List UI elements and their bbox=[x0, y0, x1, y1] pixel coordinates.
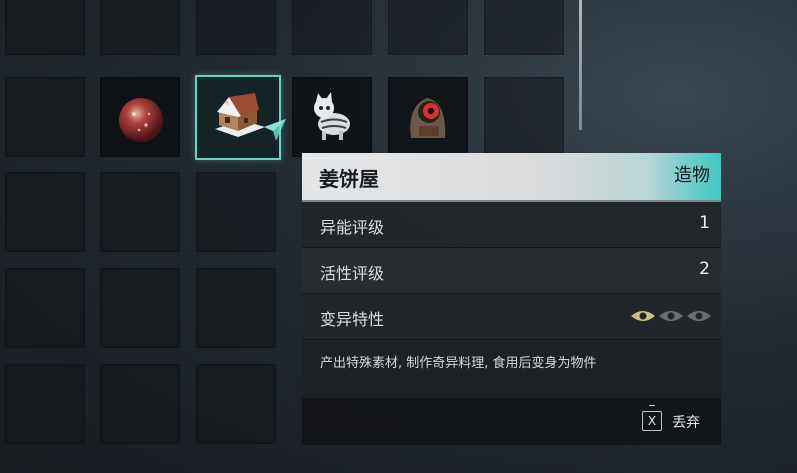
stat-label: 活性评级 bbox=[320, 264, 385, 283]
inventory-slot[interactable] bbox=[484, 0, 564, 55]
stat-row-ability: 异能评级 1 bbox=[302, 202, 721, 248]
eye-icon-inactive bbox=[687, 311, 711, 321]
stat-value: 1 bbox=[699, 213, 710, 233]
item-detail-panel: 姜饼屋 造物 异能评级 1 活性评级 2 变异特性 产出特殊素材, 制作奇异料理… bbox=[302, 153, 721, 445]
inventory-slot-red-orb[interactable] bbox=[100, 77, 180, 157]
inventory-slot[interactable] bbox=[100, 172, 180, 252]
inventory-slot[interactable] bbox=[100, 364, 180, 444]
inventory-slot[interactable] bbox=[196, 172, 276, 252]
discard-button[interactable]: 丢弃 bbox=[672, 412, 700, 432]
inventory-slot[interactable] bbox=[484, 77, 564, 157]
eye-icon-inactive bbox=[659, 311, 683, 321]
mutation-level-indicator bbox=[630, 309, 712, 323]
inventory-slot[interactable] bbox=[5, 172, 85, 252]
inventory-slot-robot-cat[interactable] bbox=[292, 77, 372, 157]
stat-value: 2 bbox=[699, 259, 710, 279]
stat-row-mutation: 变异特性 bbox=[302, 294, 721, 340]
item-name: 姜饼屋 bbox=[319, 167, 379, 191]
key-hint-mark bbox=[649, 405, 655, 409]
robot-cat-icon bbox=[314, 92, 350, 140]
inventory-slot[interactable] bbox=[100, 268, 180, 348]
inventory-slot[interactable] bbox=[292, 0, 372, 55]
discard-key-icon[interactable]: X bbox=[642, 411, 662, 431]
inventory-slot[interactable] bbox=[196, 364, 276, 444]
cursor-arrow-icon bbox=[264, 119, 286, 141]
inventory-slot-hooded-creature[interactable] bbox=[388, 77, 468, 157]
stat-row-activity: 活性评级 2 bbox=[302, 248, 721, 294]
panel-footer: X 丢弃 bbox=[302, 398, 721, 445]
item-header: 姜饼屋 造物 bbox=[302, 153, 721, 200]
hooded-creature-icon bbox=[410, 98, 446, 138]
inventory-slot[interactable] bbox=[5, 268, 85, 348]
stat-label: 变异特性 bbox=[320, 310, 385, 329]
inventory-slot[interactable] bbox=[5, 77, 85, 157]
inventory-slot[interactable] bbox=[5, 364, 85, 444]
item-description: 产出特殊素材, 制作奇异料理, 食用后变身为物件 bbox=[302, 340, 721, 398]
scrollbar[interactable] bbox=[579, 0, 582, 130]
eye-icon-active bbox=[631, 311, 655, 321]
inventory-slot[interactable] bbox=[5, 0, 85, 55]
description-text: 产出特殊素材, 制作奇异料理, 食用后变身为物件 bbox=[320, 356, 597, 371]
stat-label: 异能评级 bbox=[320, 218, 385, 237]
item-category: 造物 bbox=[674, 165, 710, 186]
inventory-slot[interactable] bbox=[196, 268, 276, 348]
inventory-slot[interactable] bbox=[196, 0, 276, 55]
inventory-slot[interactable] bbox=[100, 0, 180, 55]
red-orb-icon bbox=[119, 98, 163, 142]
inventory-slot[interactable] bbox=[388, 0, 468, 55]
